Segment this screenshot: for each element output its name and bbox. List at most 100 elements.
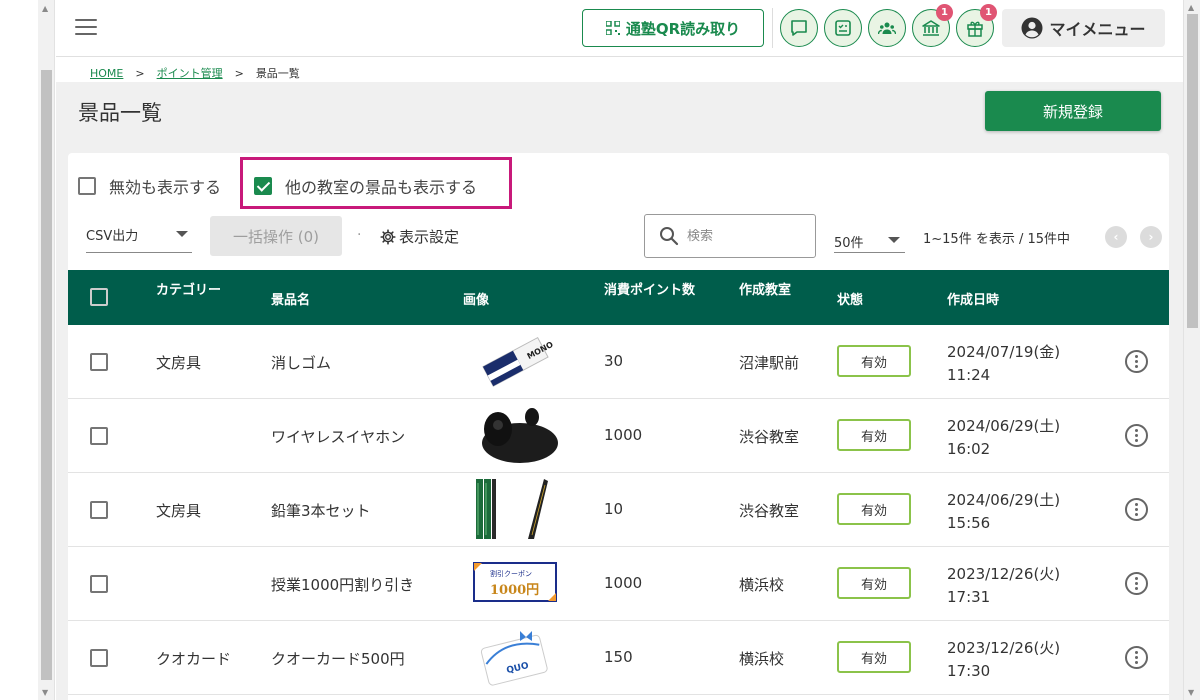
breadcrumb-separator: > xyxy=(135,66,145,80)
search-input[interactable] xyxy=(687,228,797,244)
scroll-down-arrow-icon[interactable]: ▼ xyxy=(42,688,48,697)
group-icon xyxy=(878,22,896,35)
status-badge: 有効 xyxy=(837,345,911,377)
left-scrollbar-thumb[interactable] xyxy=(41,70,52,680)
new-registration-button[interactable]: 新規登録 xyxy=(985,91,1161,131)
row-checkbox[interactable] xyxy=(90,501,108,519)
scroll-down-arrow-icon[interactable]: ▼ xyxy=(1188,688,1194,697)
cell-prize-name: クオーカード500円 xyxy=(271,650,405,668)
chevron-right-icon: › xyxy=(1148,230,1154,244)
cell-created-date: 2024/07/19(金) xyxy=(947,343,1061,361)
scroll-up-arrow-icon[interactable]: ▲ xyxy=(42,4,48,13)
gear-icon xyxy=(380,228,396,245)
report-button[interactable] xyxy=(824,9,862,47)
search-field[interactable] xyxy=(644,214,816,258)
right-scrollbar[interactable]: ▲ ▼ xyxy=(1183,0,1200,700)
qr-scan-label: 通塾QR読み取り xyxy=(625,19,741,38)
row-more-options-icon[interactable] xyxy=(1125,498,1148,521)
breadcrumb: HOME > ポイント管理 > 景品一覧 xyxy=(90,65,300,81)
caret-down-icon xyxy=(176,231,188,237)
row-more-options-icon[interactable] xyxy=(1125,572,1148,595)
status-badge: 有効 xyxy=(837,419,911,451)
row-checkbox[interactable] xyxy=(90,353,108,371)
row-checkbox[interactable] xyxy=(90,649,108,667)
row-checkbox[interactable] xyxy=(90,575,108,593)
left-scrollbar[interactable]: ▲ ▼ xyxy=(38,0,55,700)
breadcrumb-home-link[interactable]: HOME xyxy=(90,67,123,80)
cell-category: 文房具 xyxy=(156,354,202,372)
cell-created: 2024/06/29(土) 15:56 xyxy=(947,489,1060,535)
table-row[interactable]: 文房具 消しゴム MONO 30 沼津駅前 有効 2024/07/19(金) 1… xyxy=(68,325,1169,399)
header-classroom[interactable]: 作成教室 xyxy=(739,279,791,298)
header-created[interactable]: 作成日時 xyxy=(947,289,999,308)
csv-export-select[interactable]: CSV出力 xyxy=(86,225,192,253)
app-header: 通塾QR読み取り 1 1 マイメニュー xyxy=(56,0,1183,57)
cell-classroom: 横浜校 xyxy=(739,650,785,668)
right-scrollbar-thumb[interactable] xyxy=(1187,14,1198,328)
bank-icon xyxy=(922,20,940,36)
cell-created-time: 16:02 xyxy=(947,440,991,458)
table-row[interactable]: 文房具 鉛筆3本セット 10 渋谷教室 有効 2024/06/29(土) 15:… xyxy=(68,473,1169,547)
cell-created-date: 2024/06/29(土) xyxy=(947,491,1061,509)
cell-created: 2024/07/19(金) 11:24 xyxy=(947,341,1060,387)
gift-button[interactable]: 1 xyxy=(956,4,997,47)
select-all-checkbox[interactable] xyxy=(90,288,108,306)
cell-points: 1000 xyxy=(604,426,643,444)
chat-bubble-icon xyxy=(791,20,807,36)
header-prize-name[interactable]: 景品名 xyxy=(271,289,310,308)
members-button[interactable] xyxy=(868,9,906,47)
prev-page-button[interactable]: ‹ xyxy=(1105,226,1127,248)
breadcrumb-points-link[interactable]: ポイント管理 xyxy=(157,65,223,81)
chevron-left-icon: ‹ xyxy=(1113,230,1119,244)
caret-down-icon xyxy=(888,237,900,243)
quocard-image: QUO xyxy=(470,627,560,687)
hamburger-menu-icon[interactable] xyxy=(75,19,97,37)
show-other-class-checkbox-box[interactable] xyxy=(254,177,272,195)
per-page-select[interactable]: 50件 xyxy=(834,229,905,253)
coupon-title-text: 割引クーポン xyxy=(490,569,532,578)
table-row[interactable]: 授業1000円割り引き 割引クーポン 1000円 1000 横浜校 有効 2023… xyxy=(68,547,1169,621)
qr-code-icon xyxy=(605,21,620,35)
status-badge: 有効 xyxy=(837,641,911,673)
filter-row: 無効も表示する 他の教室の景品も表示する xyxy=(68,153,1169,213)
prize-list-card: 無効も表示する 他の教室の景品も表示する CSV出力 一括操作 (0) · 表示… xyxy=(68,153,1169,700)
row-checkbox[interactable] xyxy=(90,427,108,445)
row-more-options-icon[interactable] xyxy=(1125,646,1148,669)
table-row[interactable]: ワイヤレスイヤホン 1000 渋谷教室 有効 2024/06/29(土) 16:… xyxy=(68,399,1169,473)
header-image: 画像 xyxy=(463,293,490,308)
header-category[interactable]: カテゴリー xyxy=(156,279,221,298)
cell-created-date: 2023/12/26(火) xyxy=(947,639,1061,657)
scroll-up-arrow-icon[interactable]: ▲ xyxy=(1188,3,1194,12)
row-more-options-icon[interactable] xyxy=(1125,350,1148,373)
bank-badge: 1 xyxy=(936,4,953,21)
header-divider xyxy=(772,8,773,48)
display-settings-button[interactable]: 表示設定 xyxy=(380,226,459,247)
bulk-action-button[interactable]: 一括操作 (0) xyxy=(210,216,342,256)
bank-button[interactable]: 1 xyxy=(912,4,953,47)
my-menu-label: マイメニュー xyxy=(1049,20,1146,39)
header-points[interactable]: 消費ポイント数 xyxy=(604,279,695,298)
table-header: カテゴリー 景品名 画像 消費ポイント数 作成教室 状態 作成日時 xyxy=(68,270,1169,325)
cell-category: 文房具 xyxy=(156,502,202,520)
chat-button[interactable] xyxy=(780,9,818,47)
show-invalid-checkbox[interactable]: 無効も表示する xyxy=(78,174,221,198)
account-circle-icon xyxy=(1021,17,1043,39)
show-other-class-checkbox[interactable]: 他の教室の景品も表示する xyxy=(254,174,477,198)
next-page-button[interactable]: › xyxy=(1140,226,1162,248)
show-invalid-label: 無効も表示する xyxy=(109,178,222,197)
cell-points: 1000 xyxy=(604,574,643,592)
my-menu-button[interactable]: マイメニュー xyxy=(1002,9,1165,47)
cell-classroom: 沼津駅前 xyxy=(739,354,800,372)
show-invalid-checkbox-box[interactable] xyxy=(78,177,96,195)
coupon-image: 割引クーポン 1000円 xyxy=(470,553,560,613)
cell-prize-name: ワイヤレスイヤホン xyxy=(271,428,406,446)
breadcrumb-separator: > xyxy=(234,66,244,80)
table-row[interactable]: クオカード クオーカード500円 QUO 150 横浜校 有効 2023/12/… xyxy=(68,621,1169,695)
cell-created-time: 17:31 xyxy=(947,588,991,606)
eraser-image: MONO xyxy=(482,336,555,387)
header-status[interactable]: 状態 xyxy=(837,289,863,308)
row-more-options-icon[interactable] xyxy=(1125,424,1148,447)
qr-scan-button[interactable]: 通塾QR読み取り xyxy=(582,9,764,47)
cell-created-time: 15:56 xyxy=(947,514,991,532)
cell-prize-name: 消しゴム xyxy=(271,354,332,372)
